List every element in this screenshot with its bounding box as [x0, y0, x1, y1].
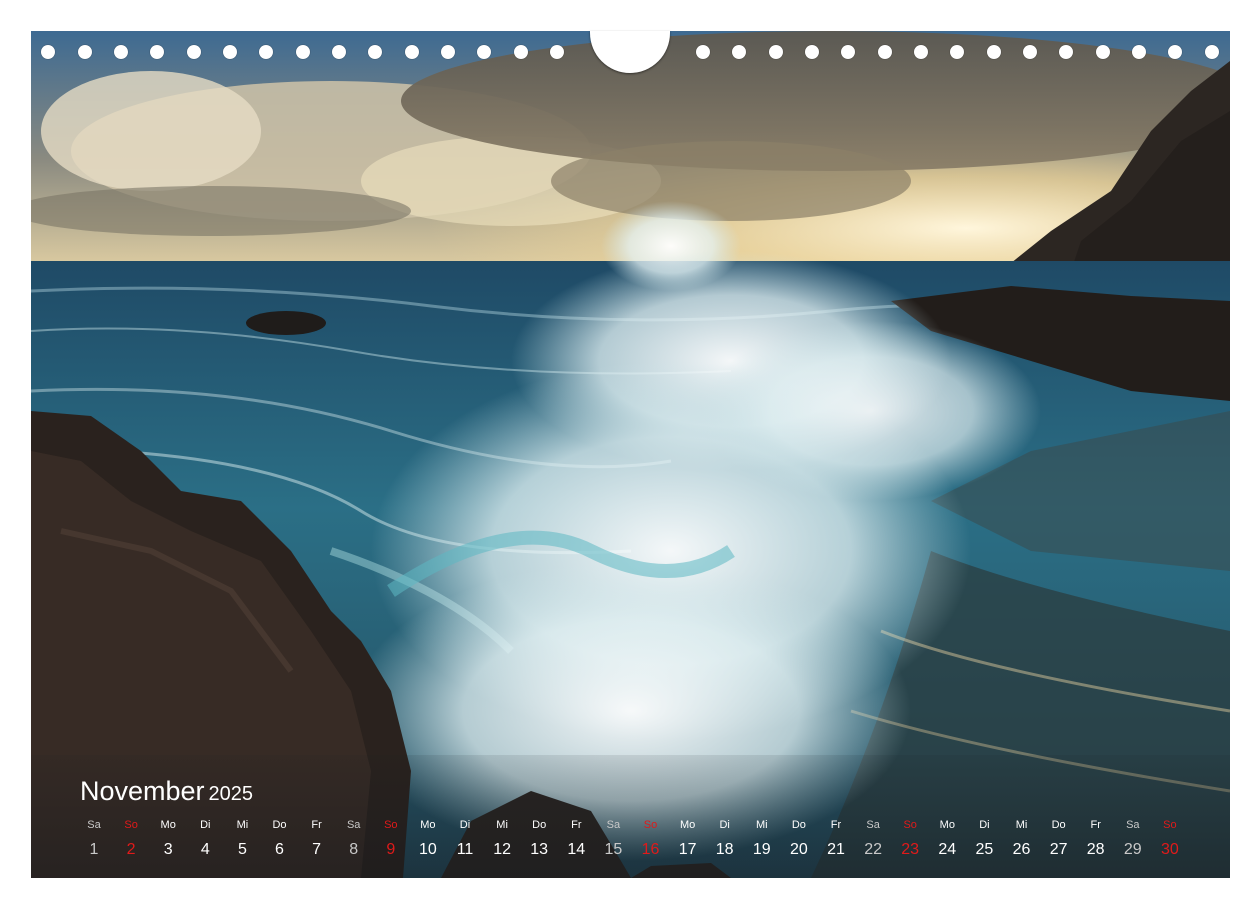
month-year: 2025	[208, 783, 254, 805]
day-cell: Do 27	[1040, 818, 1078, 859]
photo-crashing-wave	[31, 31, 1230, 878]
day-number: 24	[938, 841, 957, 858]
day-number: 12	[493, 841, 511, 858]
weekday-label: Mi	[496, 819, 508, 831]
day-cell: Sa 8	[335, 818, 373, 859]
weekday-label: Mo	[160, 819, 176, 831]
day-number: 8	[349, 841, 359, 858]
weekday-label: Mo	[420, 819, 436, 831]
day-cell: Fr 28	[1077, 818, 1115, 859]
weekday-label: Mi	[1015, 819, 1028, 831]
day-cell: Mo 10	[409, 818, 447, 859]
day-cell: Mi 19	[743, 818, 781, 859]
day-cell: Fr 14	[557, 818, 595, 859]
day-number: 25	[975, 841, 994, 858]
day-cell: Fr 7	[298, 818, 336, 859]
weekday-label: Mo	[679, 819, 696, 831]
day-cell: Di 4	[186, 818, 224, 859]
day-cell: Do 13	[520, 818, 558, 859]
day-cell: Mi 26	[1003, 818, 1041, 859]
day-cell: Mo 17	[669, 818, 707, 859]
weekday-label: Fr	[1090, 819, 1101, 831]
weekday-label: Mo	[939, 819, 955, 831]
day-cell: Mo 3	[149, 818, 187, 859]
weekday-label: Mi	[236, 819, 249, 831]
day-cell: So 9	[372, 818, 410, 859]
day-cell: So 30	[1151, 818, 1189, 859]
day-number: 28	[1086, 841, 1105, 858]
weekday-label: Do	[272, 819, 287, 831]
day-number: 18	[715, 841, 734, 858]
day-number: 10	[418, 841, 437, 858]
day-number: 22	[864, 841, 882, 858]
day-number: 20	[789, 841, 808, 858]
day-number: 3	[163, 841, 173, 858]
day-cell: Di 18	[706, 818, 744, 859]
weekday-label: Do	[791, 819, 806, 831]
day-number: 9	[386, 841, 396, 858]
day-number: 2	[126, 841, 136, 858]
weekday-label: So	[643, 819, 658, 831]
day-cell: Sa 1	[75, 818, 113, 859]
day-number: 11	[456, 841, 474, 858]
weekday-label: Fr	[571, 819, 582, 831]
day-cell: So 2	[112, 818, 150, 859]
day-cell: Di 25	[965, 818, 1003, 859]
weekday-label: Di	[979, 819, 990, 831]
weekday-label: Sa	[866, 819, 880, 831]
photo-scene	[31, 31, 1230, 878]
weekday-label: So	[124, 819, 138, 831]
weekday-label: Fr	[311, 819, 322, 831]
weekday-label: Sa	[606, 819, 621, 831]
day-number: 14	[567, 841, 586, 858]
day-cell: Sa 15	[594, 818, 632, 859]
day-number: 29	[1123, 841, 1142, 858]
day-cell: Do 6	[261, 818, 299, 859]
day-cell: Mi 5	[223, 818, 261, 859]
day-cell: So 16	[632, 818, 670, 859]
weekday-label: So	[384, 819, 398, 831]
weekday-label: Sa	[87, 819, 101, 831]
day-cell: Sa 22	[854, 818, 892, 859]
weekday-label: So	[903, 819, 917, 831]
weekday-label: Sa	[1126, 819, 1140, 831]
day-cell: Di 11	[446, 818, 484, 859]
day-number: 4	[200, 841, 210, 858]
day-cell: Do 20	[780, 818, 818, 859]
weekday-label: So	[1163, 819, 1177, 831]
day-number: 7	[312, 841, 322, 858]
month-name: November	[80, 776, 205, 806]
day-cell: Mo 24	[928, 818, 966, 859]
day-cell: Mi 12	[483, 818, 521, 859]
month-title: November 2025	[80, 778, 253, 805]
day-cell: Fr 21	[817, 818, 855, 859]
weekday-label: Do	[1051, 819, 1066, 831]
day-number: 23	[901, 841, 920, 858]
day-number: 5	[237, 841, 247, 858]
weekday-label: Mi	[755, 819, 768, 831]
day-number: 19	[752, 841, 771, 858]
day-number: 17	[678, 841, 697, 858]
day-cell: So 23	[891, 818, 929, 859]
weekday-label: Di	[459, 819, 471, 831]
weekday-label: Di	[200, 819, 211, 831]
day-number: 27	[1049, 841, 1068, 858]
day-number: 15	[604, 841, 623, 858]
weekday-label: Do	[532, 819, 547, 831]
weekday-label: Fr	[830, 819, 842, 831]
calendar-page: November 2025 Sa 1 So 2 Mo 3 Di 4 Mi 5 Do 6 Fr 7 Sa 8 So 9…	[0, 0, 1260, 908]
day-number: 1	[89, 841, 99, 858]
day-number: 16	[641, 841, 660, 858]
day-number: 13	[530, 841, 549, 858]
day-cell: Sa 29	[1114, 818, 1152, 859]
day-number: 30	[1160, 841, 1179, 858]
weekday-label: Di	[719, 819, 730, 831]
day-number: 26	[1012, 841, 1031, 858]
weekday-label: Sa	[346, 819, 361, 831]
day-grid: Sa 1 So 2 Mo 3 Di 4 Mi 5 Do 6 Fr 7 Sa 8 So 9 Mo 10 Di 11 Mi 12 D…	[0, 818, 1260, 868]
day-number: 21	[827, 841, 845, 858]
day-number: 6	[275, 841, 284, 858]
